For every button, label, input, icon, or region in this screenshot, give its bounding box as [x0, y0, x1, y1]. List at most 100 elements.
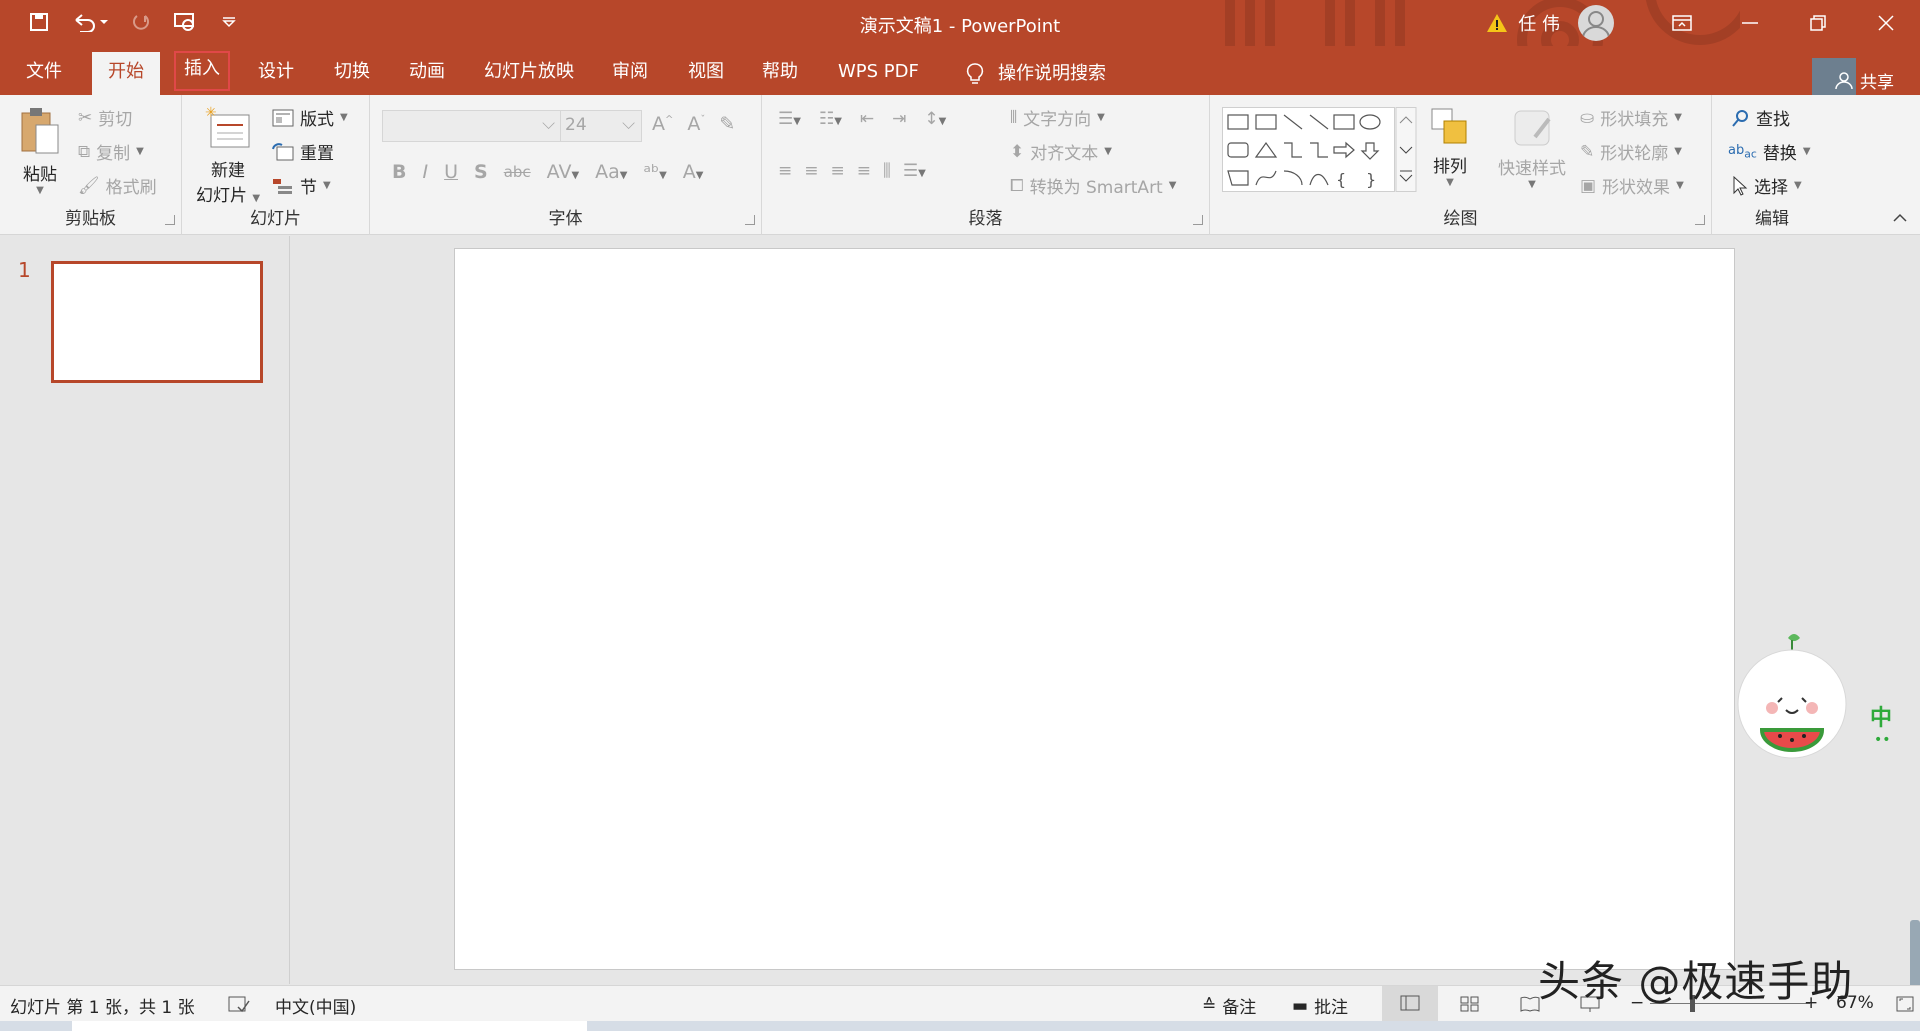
- font-name-box[interactable]: ⌵: [382, 110, 562, 142]
- distributed-icon[interactable]: ⫼: [883, 161, 891, 181]
- reading-view-icon[interactable]: [1520, 996, 1540, 1012]
- language-indicator[interactable]: 中文(中国): [275, 993, 356, 1018]
- svg-text:}: }: [1366, 170, 1376, 189]
- find-label: 查找: [1756, 110, 1790, 130]
- select-button[interactable]: 选择 ▼: [1732, 173, 1802, 198]
- italic-button[interactable]: I: [422, 161, 428, 183]
- fit-to-window-icon[interactable]: [1896, 996, 1914, 1012]
- minimize-button[interactable]: [1716, 0, 1784, 46]
- layout-icon: [272, 109, 294, 126]
- close-button[interactable]: [1852, 0, 1920, 46]
- shape-fill-button[interactable]: ⛀ 形状填充 ▼: [1580, 105, 1682, 131]
- clipboard-launcher-icon[interactable]: [165, 215, 175, 225]
- slide-number: 1: [18, 258, 31, 282]
- tab-design[interactable]: 设计: [242, 52, 310, 95]
- line-spacing-icon[interactable]: ↕▼: [924, 109, 946, 129]
- slide-thumbnail[interactable]: [51, 261, 263, 383]
- tab-transitions[interactable]: 切换: [318, 52, 386, 95]
- decrease-indent-icon[interactable]: ⇤: [860, 109, 874, 129]
- editing-group: 查找 abac 替换 ▼ 选择 ▼ 编辑: [1712, 95, 1832, 235]
- layout-button[interactable]: 版式 ▼: [272, 105, 348, 130]
- normal-view-button[interactable]: [1382, 986, 1438, 1022]
- editing-group-label: 编辑: [1755, 209, 1789, 229]
- tab-slideshow[interactable]: 幻灯片放映: [468, 52, 590, 95]
- restore-icon: [1810, 15, 1826, 31]
- format-painter-button[interactable]: 🖌 格式刷: [78, 173, 157, 199]
- shape-effects-button[interactable]: ▣ 形状效果 ▼: [1580, 173, 1684, 199]
- quick-styles-button[interactable]: 快速样式 ▼: [1498, 107, 1566, 190]
- reset-button[interactable]: 重置: [272, 139, 334, 164]
- align-left-icon[interactable]: ≡: [778, 161, 792, 181]
- shrink-font-icon[interactable]: Aˇ: [687, 113, 705, 135]
- columns-icon[interactable]: ☰▼: [903, 161, 926, 181]
- font-color-button[interactable]: A▼: [683, 161, 704, 183]
- comments-button[interactable]: ▬ 批注: [1292, 993, 1348, 1019]
- section-icon: [273, 178, 292, 194]
- paste-icon: [21, 108, 59, 154]
- collapse-ribbon-icon[interactable]: [1892, 213, 1908, 223]
- bullets-icon[interactable]: ☰▼: [778, 109, 801, 129]
- slide-canvas[interactable]: [454, 248, 1735, 970]
- shape-fill-label: 形状填充: [1600, 110, 1669, 130]
- paragraph-launcher-icon[interactable]: [1193, 215, 1203, 225]
- numbering-icon[interactable]: ☷▼: [819, 109, 842, 129]
- grow-font-icon[interactable]: A^: [652, 113, 673, 135]
- notes-button[interactable]: ≙ 备注: [1202, 993, 1257, 1019]
- tell-me-search[interactable]: 操作说明搜索: [950, 52, 1122, 95]
- drawing-launcher-icon[interactable]: [1695, 215, 1705, 225]
- paste-button[interactable]: 粘贴 ▼: [18, 105, 62, 196]
- justify-icon[interactable]: ≡: [857, 161, 871, 181]
- ime-indicator[interactable]: 中: [1870, 700, 1892, 732]
- align-right-icon[interactable]: ≡: [831, 161, 845, 181]
- shape-outline-button[interactable]: ✎ 形状轮廓 ▼: [1580, 139, 1682, 165]
- scissors-icon: ✂: [78, 107, 93, 128]
- increase-indent-icon[interactable]: ⇥: [892, 109, 906, 129]
- strikethrough-button[interactable]: abc: [504, 163, 531, 181]
- new-slide-button[interactable]: ✳ 新建 幻灯片 ▼: [196, 105, 260, 206]
- change-case-button[interactable]: Aa▼: [595, 161, 627, 183]
- spell-check-icon[interactable]: [228, 995, 250, 1013]
- slide-sorter-icon[interactable]: [1460, 996, 1480, 1012]
- tab-home[interactable]: 开始: [92, 52, 160, 95]
- tab-help[interactable]: 帮助: [746, 52, 814, 95]
- font-size-box[interactable]: 24 ⌵: [560, 110, 642, 142]
- avatar[interactable]: [1578, 5, 1614, 41]
- tab-view[interactable]: 视图: [672, 52, 740, 95]
- replace-icon: abac: [1728, 142, 1757, 161]
- tab-insert[interactable]: 插入: [174, 51, 230, 91]
- find-button[interactable]: 查找: [1732, 105, 1790, 130]
- replace-button[interactable]: abac 替换 ▼: [1728, 139, 1811, 164]
- tab-review[interactable]: 审阅: [596, 52, 664, 95]
- highlight-icon[interactable]: ᵃᵇ▼: [644, 161, 667, 183]
- arrange-icon: [1431, 108, 1467, 144]
- bold-button[interactable]: B: [392, 161, 406, 183]
- search-icon: [1732, 109, 1748, 127]
- text-direction-button[interactable]: ⫴ 文字方向 ▼: [1010, 105, 1105, 131]
- shapes-gallery[interactable]: {}: [1222, 107, 1418, 193]
- ribbon-display-options-button[interactable]: [1648, 0, 1716, 46]
- tab-file[interactable]: 文件: [10, 52, 78, 95]
- copy-dropdown-icon: ▼: [136, 146, 144, 157]
- tab-wps-pdf[interactable]: WPS PDF: [822, 52, 935, 95]
- align-text-icon: ⬍: [1010, 141, 1025, 162]
- clear-formatting-icon[interactable]: ✎: [719, 113, 735, 135]
- character-spacing-button[interactable]: AV▼: [547, 161, 579, 183]
- underline-button[interactable]: U: [444, 161, 458, 183]
- font-group: ⌵ 24 ⌵ A^ Aˇ ✎ B I U S abc AV▼ Aa▼ ᵃᵇ▼ A…: [370, 95, 762, 235]
- section-button[interactable]: 节 ▼: [272, 173, 331, 198]
- section-label: 节: [300, 178, 317, 198]
- copy-button[interactable]: ⧉ 复制 ▼: [78, 139, 144, 165]
- font-launcher-icon[interactable]: [745, 215, 755, 225]
- account-warning[interactable]: 任 伟: [1486, 10, 1560, 36]
- arrange-button[interactable]: 排列 ▼: [1430, 107, 1470, 188]
- align-center-icon[interactable]: ≡: [804, 161, 818, 181]
- tab-animations[interactable]: 动画: [393, 52, 461, 95]
- cut-button[interactable]: ✂ 剪切: [78, 105, 132, 131]
- font-size-dropdown-icon: ⌵: [622, 114, 635, 134]
- text-shadow-button[interactable]: S: [474, 161, 488, 183]
- shape-effects-icon: ▣: [1580, 175, 1597, 196]
- notes-label: 备注: [1222, 998, 1257, 1018]
- restore-button[interactable]: [1784, 0, 1852, 46]
- convert-smartart-button[interactable]: ⧠ 转换为 SmartArt ▼: [1010, 173, 1176, 199]
- align-text-button[interactable]: ⬍ 对齐文本 ▼: [1010, 139, 1112, 165]
